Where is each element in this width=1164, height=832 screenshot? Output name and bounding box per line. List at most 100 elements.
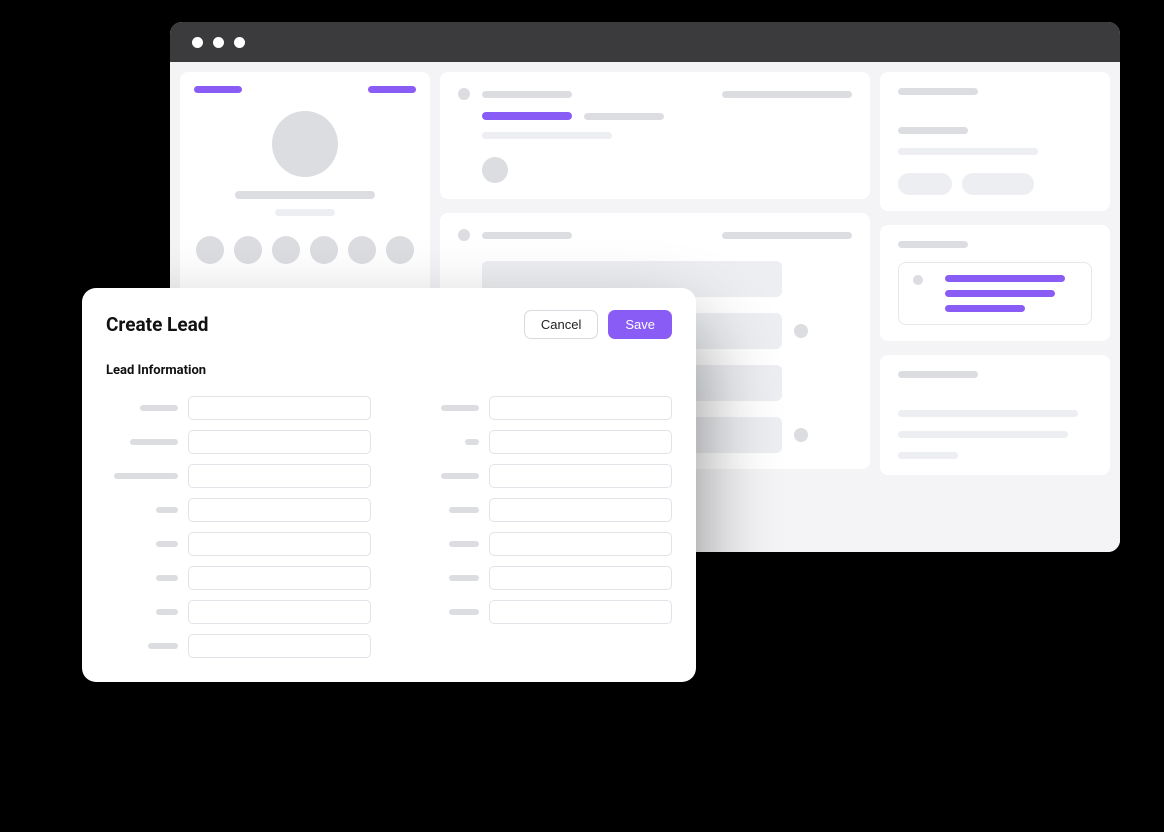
lead-field-input[interactable] [188,566,371,590]
text-placeholder [722,91,852,98]
lead-field-input[interactable] [489,532,672,556]
text-placeholder [898,241,968,248]
text-placeholder [898,410,1078,417]
cancel-button[interactable]: Cancel [524,310,598,339]
field-label-placeholder [130,439,178,445]
sidebar-link[interactable] [368,86,416,93]
highlight-line [945,275,1065,282]
form-row [407,566,672,590]
status-dot-icon [794,324,808,338]
profile-avatar [272,111,338,177]
form-row [106,464,371,488]
text-placeholder [584,113,664,120]
form-row [106,498,371,522]
info-card [880,225,1110,341]
status-dot-icon [794,428,808,442]
text-placeholder [898,431,1068,438]
window-titlebar [170,22,1120,62]
text-placeholder [722,232,852,239]
form-row [106,600,371,624]
text-placeholder [898,148,1038,155]
field-label-placeholder [156,541,178,547]
form-row [407,464,672,488]
right-sidebar [880,72,1110,542]
lead-field-input[interactable] [188,532,371,556]
text-placeholder [898,452,958,459]
form-row [106,396,371,420]
highlight-line [945,290,1055,297]
avatar [482,157,508,183]
lead-field-input[interactable] [188,634,371,658]
lead-field-input[interactable] [489,498,672,522]
form-row [407,532,672,556]
lead-field-input[interactable] [489,396,672,420]
avatar[interactable] [386,236,414,264]
field-label-placeholder [449,609,479,615]
lead-field-input[interactable] [489,600,672,624]
highlight-line [945,305,1025,312]
form-row [106,532,371,556]
avatar[interactable] [272,236,300,264]
lead-field-input[interactable] [188,464,371,488]
lead-form [106,396,672,658]
modal-header: Create Lead Cancel Save [106,310,672,339]
text-placeholder [898,127,968,134]
section-title: Lead Information [106,363,672,378]
bullet-icon [458,229,470,241]
modal-title: Create Lead [106,313,208,336]
text-placeholder [898,88,978,95]
highlight-link[interactable] [482,112,572,120]
lead-field-input[interactable] [188,430,371,454]
feed-card [440,72,870,199]
profile-subtitle-placeholder [275,209,335,216]
window-control-minimize[interactable] [213,37,224,48]
info-card [880,72,1110,211]
tag-chip[interactable] [898,173,952,195]
tag-chip[interactable] [962,173,1034,195]
window-control-zoom[interactable] [234,37,245,48]
save-button[interactable]: Save [608,310,672,339]
field-label-placeholder [441,473,479,479]
bullet-icon [913,275,923,285]
create-lead-modal: Create Lead Cancel Save Lead Information [82,288,696,682]
avatar[interactable] [196,236,224,264]
form-row [407,430,672,454]
avatar[interactable] [348,236,376,264]
field-label-placeholder [449,575,479,581]
profile-name-placeholder [235,191,375,199]
highlight-card[interactable] [898,262,1092,325]
form-row [407,498,672,522]
bullet-icon [458,88,470,100]
field-label-placeholder [465,439,479,445]
field-label-placeholder [449,507,479,513]
field-label-placeholder [449,541,479,547]
text-placeholder [482,232,572,239]
sidebar-link[interactable] [194,86,242,93]
text-placeholder [898,371,978,378]
form-row [407,600,672,624]
text-placeholder [482,91,572,98]
field-label-placeholder [156,609,178,615]
window-control-close[interactable] [192,37,203,48]
field-label-placeholder [140,405,178,411]
field-label-placeholder [148,643,178,649]
related-avatars [196,236,414,264]
info-card [880,355,1110,475]
field-label-placeholder [156,507,178,513]
field-label-placeholder [441,405,479,411]
lead-field-input[interactable] [188,498,371,522]
lead-field-input[interactable] [489,566,672,590]
form-row [407,396,672,420]
lead-field-input[interactable] [489,464,672,488]
field-label-placeholder [156,575,178,581]
avatar[interactable] [310,236,338,264]
field-label-placeholder [114,473,178,479]
lead-field-input[interactable] [489,430,672,454]
form-row [106,566,371,590]
avatar[interactable] [234,236,262,264]
lead-field-input[interactable] [188,600,371,624]
form-row [106,430,371,454]
form-row [106,634,371,658]
text-placeholder [482,132,612,139]
lead-field-input[interactable] [188,396,371,420]
